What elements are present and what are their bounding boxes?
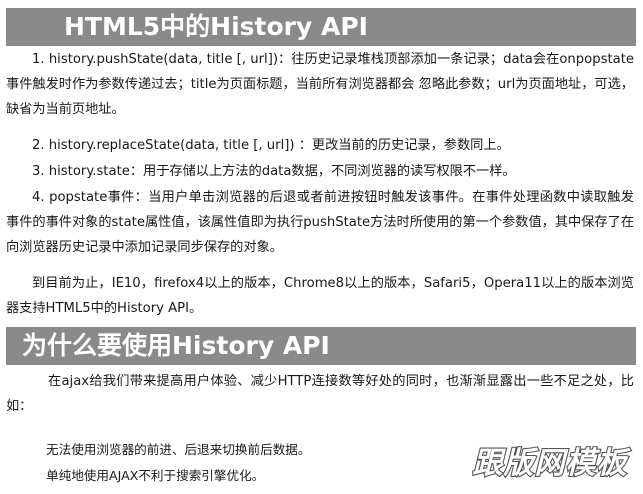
item-popstate: 4. popstate事件：当用户单击浏览器的后退或者前进按钮时触发该事件。在事… <box>6 190 634 255</box>
page-title: HTML5中的History API <box>6 8 636 46</box>
list-item: 无法使用浏览器的前进、后退来切换前后数据。 <box>46 442 311 457</box>
watermark-logo: 跟版网模板 <box>471 445 632 482</box>
list-item: 单纯地使用AJAX不利于搜索引擎优化。 <box>46 468 265 483</box>
item-pushstate: 1. history.pushState(data, title [, url]… <box>6 52 634 117</box>
item-replacestate: 2. history.replaceState(data, title [, u… <box>32 138 510 153</box>
support-paragraph: 到目前为止，IE10，firefox4以上的版本，Chrome8以上的版本，Sa… <box>6 276 634 316</box>
watermark-text: 跟版网模板 <box>473 446 632 481</box>
intro-paragraph: 在ajax给我们带来提高用户体验、减少HTTP连接数等好处的同时，也渐渐显露出一… <box>6 374 634 414</box>
item-state: 3. history.state：用于存储以上方法的data数据，不同浏览器的读… <box>32 164 516 179</box>
section-title: 为什么要使用History API <box>6 327 636 365</box>
